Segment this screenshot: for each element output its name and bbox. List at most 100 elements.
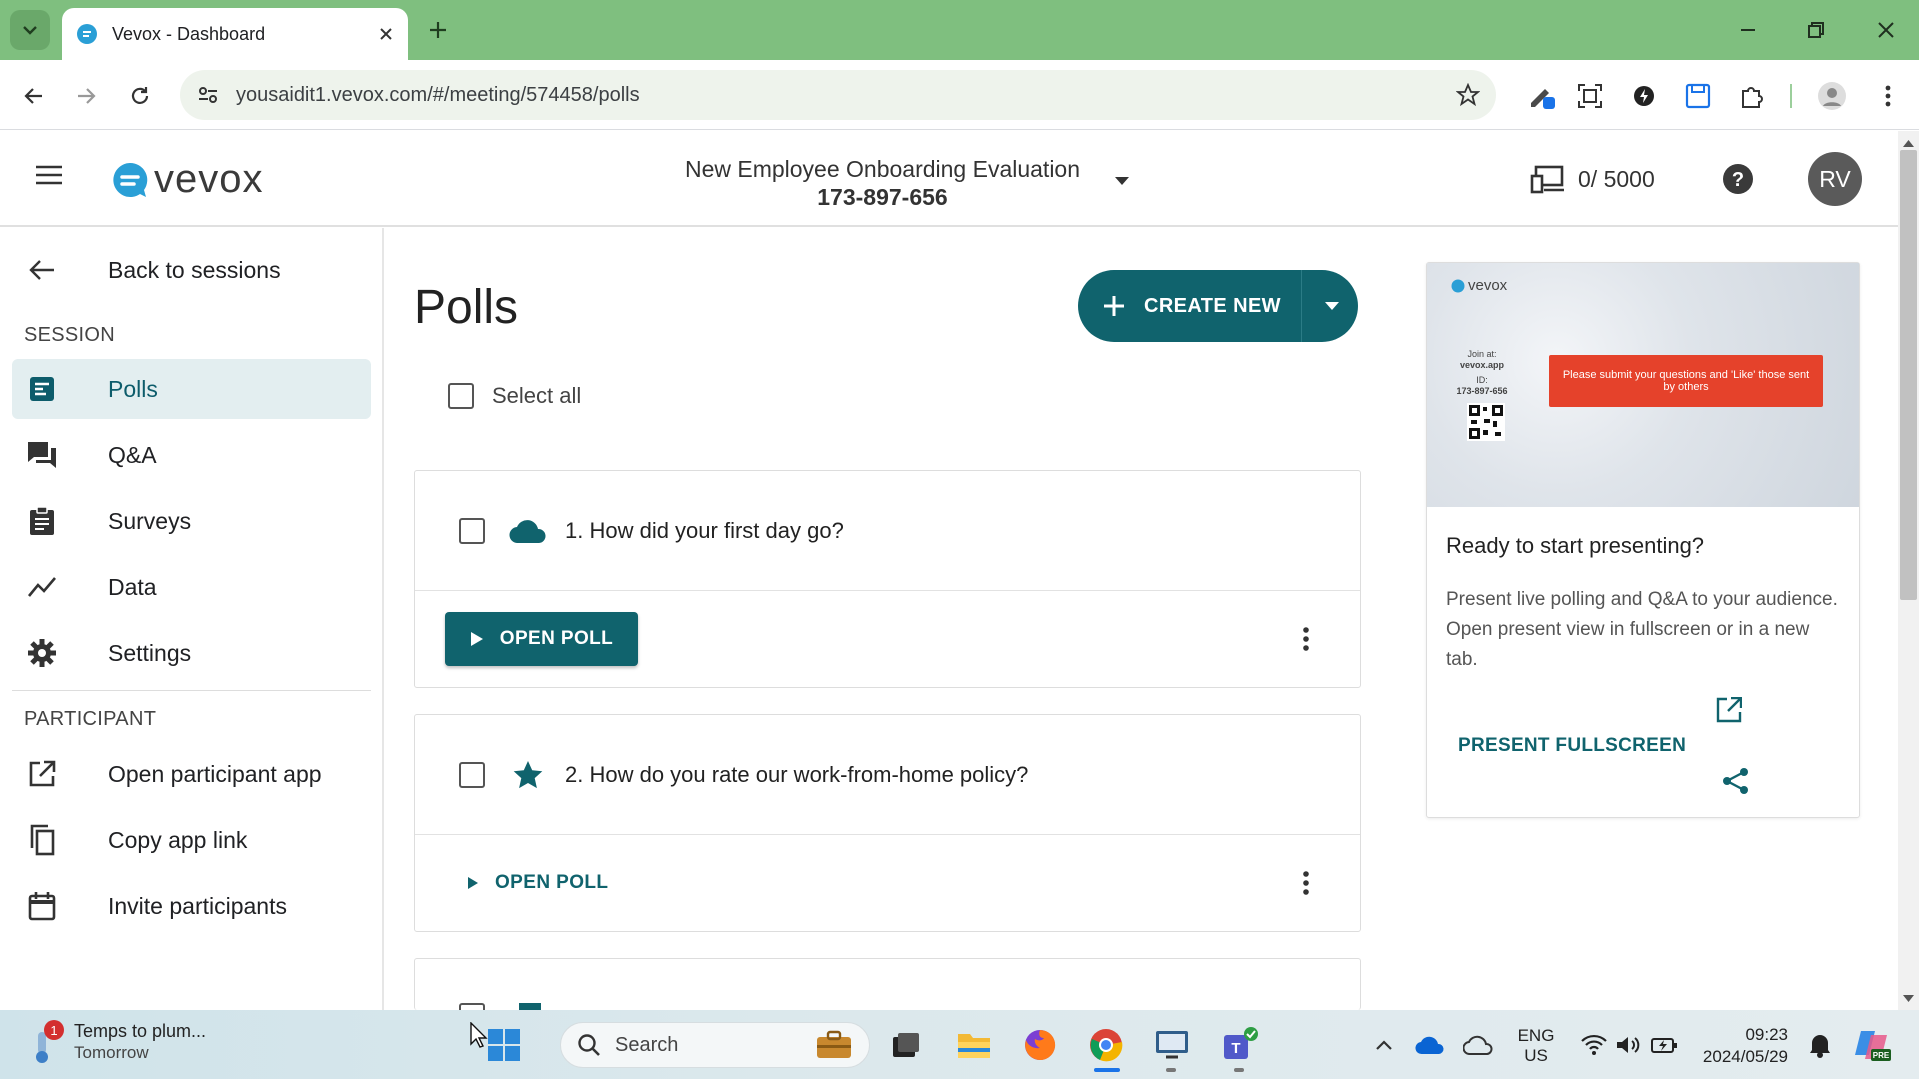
poll-header[interactable]: 2. How do you rate our work-from-home po…: [415, 715, 1360, 835]
presentation-preview[interactable]: vevox Join at: vevox.app ID: 173-897-656…: [1427, 263, 1859, 507]
start-button[interactable]: [484, 1025, 524, 1065]
poll-more-button[interactable]: [1296, 868, 1316, 898]
sidebar-divider: [12, 690, 371, 691]
taskbar-firefox[interactable]: [1020, 1025, 1060, 1065]
hamburger-menu-button[interactable]: [34, 164, 64, 186]
address-bar[interactable]: yousaidit1.vevox.com/#/meeting/574458/po…: [180, 70, 1496, 120]
caret-down-icon: [1115, 177, 1129, 185]
site-settings-icon[interactable]: [196, 83, 220, 107]
poll-more-button[interactable]: [1296, 624, 1316, 654]
close-tab-icon[interactable]: [378, 26, 394, 42]
clock[interactable]: 09:23 2024/05/29: [1680, 1024, 1788, 1068]
poll-checkbox[interactable]: [459, 517, 485, 544]
copy-icon: [24, 822, 60, 858]
caret-down-icon[interactable]: [1324, 301, 1340, 311]
extension-save-button[interactable]: [1680, 78, 1716, 114]
clock-date: 2024/05/29: [1702, 1047, 1788, 1066]
onedrive-personal-button[interactable]: [1458, 1025, 1498, 1065]
copilot-button[interactable]: PRE: [1852, 1025, 1892, 1065]
arrow-left-icon: [24, 88, 42, 104]
tab-search-button[interactable]: [10, 10, 50, 50]
select-all-checkbox[interactable]: [448, 383, 474, 409]
taskbar-task-view[interactable]: [886, 1025, 926, 1065]
battery-button[interactable]: [1644, 1025, 1684, 1065]
sidebar: Back to sessions SESSION Polls Q&A Surve…: [0, 228, 384, 1010]
forward-button[interactable]: [66, 76, 106, 116]
usage-count: 0/ 5000: [1578, 165, 1655, 192]
share-button[interactable]: [1722, 767, 1750, 795]
firefox-icon: [1025, 1029, 1056, 1060]
browser-menu-button[interactable]: [1870, 78, 1906, 114]
sidebar-item-settings[interactable]: Settings: [12, 623, 371, 683]
preview-id: 173-897-656: [1456, 386, 1508, 396]
close-window-button[interactable]: [1866, 14, 1906, 46]
devices-icon: [1530, 165, 1564, 194]
open-poll-button[interactable]: OPEN POLL: [445, 612, 638, 666]
notifications-button[interactable]: [1800, 1025, 1840, 1065]
taskbar-search[interactable]: Search: [560, 1022, 870, 1068]
sidebar-item-open-participant-app[interactable]: Open participant app: [12, 744, 371, 804]
poll-question[interactable]: 1. How did your first day go?: [565, 518, 844, 544]
vevox-logo[interactable]: vevox: [110, 157, 264, 202]
open-new-tab-button[interactable]: [1716, 697, 1742, 723]
weather-title: Temps to plum...: [74, 1021, 207, 1041]
minimize-button[interactable]: [1728, 14, 1768, 46]
poll-question[interactable]: 2. How do you rate our work-from-home po…: [565, 762, 1028, 788]
calendar-icon: [24, 888, 60, 924]
screen-capture-icon: [1578, 84, 1602, 108]
taskbar-file-explorer[interactable]: [954, 1025, 994, 1065]
participant-usage[interactable]: 0/ 5000: [1530, 160, 1655, 198]
meeting-dropdown-button[interactable]: [1114, 176, 1130, 186]
reload-button[interactable]: [120, 76, 160, 116]
bookmark-star-icon[interactable]: [1456, 83, 1480, 107]
vevox-logo-icon: [1451, 279, 1465, 292]
volume-button[interactable]: [1608, 1025, 1648, 1065]
poll-header[interactable]: 1. How did your first day go?: [415, 471, 1360, 591]
present-fullscreen-button[interactable]: PRESENT FULLSCREEN: [1458, 735, 1686, 757]
browser-tab-active[interactable]: Vevox - Dashboard: [62, 8, 408, 60]
poll-checkbox[interactable]: [459, 761, 485, 788]
help-button[interactable]: ?: [1722, 163, 1754, 195]
profile-button[interactable]: [1814, 78, 1850, 114]
extension-capture-button[interactable]: [1572, 78, 1608, 114]
sidebar-item-invite-participants[interactable]: Invite participants: [12, 876, 371, 936]
taskbar-teams[interactable]: T: [1220, 1025, 1260, 1065]
language-indicator[interactable]: ENG US: [1516, 1026, 1556, 1066]
user-avatar[interactable]: RV: [1808, 152, 1862, 206]
open-poll-button[interactable]: OPEN POLL: [467, 872, 608, 894]
show-hidden-icons-button[interactable]: [1364, 1025, 1404, 1065]
arrow-right-icon: [78, 88, 96, 104]
weather-widget[interactable]: 1 Temps to plum... Tomorrow: [26, 1020, 206, 1064]
taskbar-chrome[interactable]: [1086, 1025, 1126, 1065]
sidebar-item-copy-app-link[interactable]: Copy app link: [12, 810, 371, 870]
sidebar-item-polls[interactable]: Polls: [12, 359, 371, 419]
plus-icon: [1104, 296, 1124, 316]
battery-charging-icon: [1651, 1038, 1677, 1053]
weather-subtitle: Tomorrow: [74, 1043, 149, 1062]
sidebar-item-data[interactable]: Data: [12, 557, 371, 617]
back-button[interactable]: [14, 76, 54, 116]
sidebar-item-qa[interactable]: Q&A: [12, 425, 371, 485]
create-divider: [1300, 270, 1302, 342]
new-tab-button[interactable]: [422, 14, 454, 46]
onedrive-button[interactable]: [1410, 1025, 1450, 1065]
select-all-row[interactable]: Select all: [448, 383, 581, 409]
sidebar-item-surveys[interactable]: Surveys: [12, 491, 371, 551]
extensions-button[interactable]: [1734, 78, 1770, 114]
extension-shield-button[interactable]: [1626, 78, 1662, 114]
scroll-down-arrow-icon[interactable]: [1903, 995, 1914, 1003]
back-to-sessions-link[interactable]: Back to sessions: [12, 240, 371, 300]
meeting-title[interactable]: New Employee Onboarding Evaluation: [640, 156, 1125, 183]
poll-checkbox[interactable]: [459, 1003, 485, 1010]
puzzle-icon: [1742, 87, 1763, 108]
restore-button[interactable]: [1796, 14, 1836, 46]
scrollbar-thumb[interactable]: [1900, 150, 1917, 600]
create-new-button[interactable]: CREATE NEW: [1078, 270, 1358, 342]
taskbar-remote-app[interactable]: [1152, 1025, 1192, 1065]
poll-actions: OPEN POLL: [415, 835, 1360, 931]
gear-icon: [24, 635, 60, 671]
preview-id-label: ID:: [1476, 375, 1488, 385]
extension-pen-button[interactable]: [1524, 78, 1560, 114]
url-text[interactable]: yousaidit1.vevox.com/#/meeting/574458/po…: [236, 84, 1456, 107]
scroll-up-arrow-icon[interactable]: [1903, 139, 1914, 147]
